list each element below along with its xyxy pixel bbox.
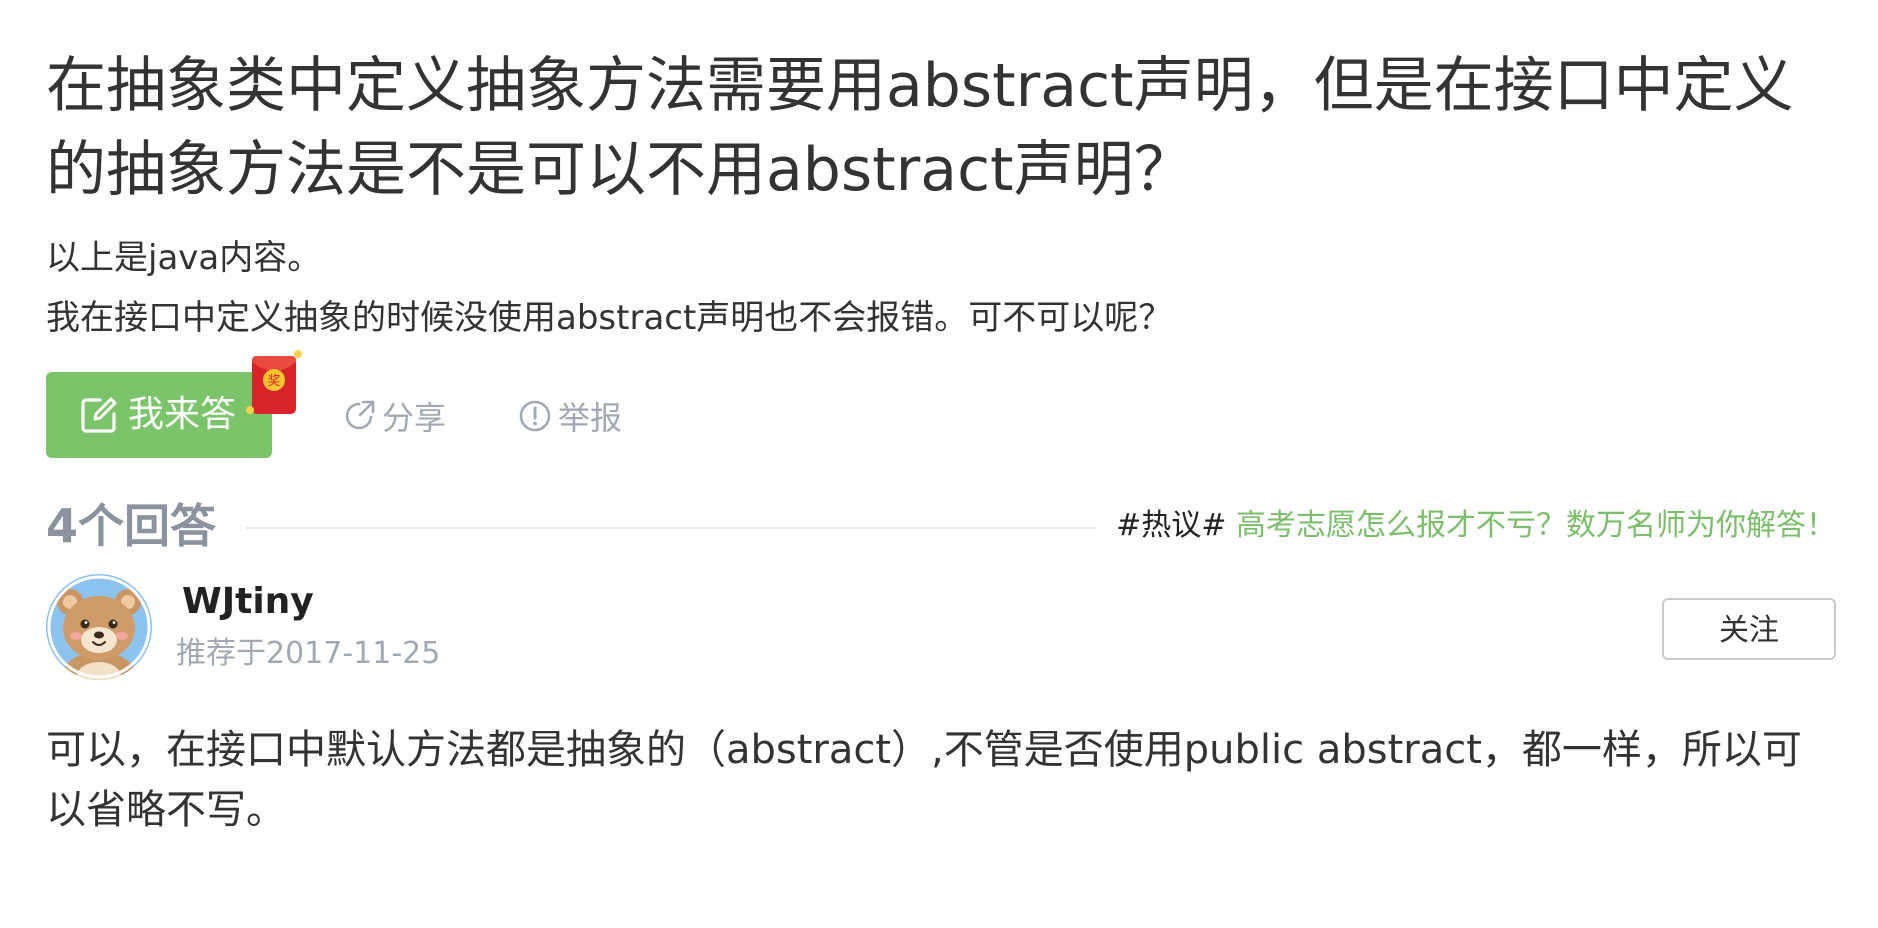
author-row: WJtiny 推荐于2017-11-25 关注 xyxy=(46,574,1836,684)
edit-icon xyxy=(81,397,117,433)
divider xyxy=(246,527,1096,529)
answer-date: 推荐于2017-11-25 xyxy=(176,636,441,671)
question-description-line: 以上是java内容。 xyxy=(46,238,322,278)
bear-avatar-icon xyxy=(46,574,152,680)
share-link[interactable]: 分享 xyxy=(342,396,447,437)
follow-button[interactable]: 关注 xyxy=(1662,598,1836,660)
red-envelope-icon[interactable]: 奖 xyxy=(246,350,306,422)
question-actions: 我来答 奖 分享 举报 xyxy=(46,350,1836,460)
redpacket-badge-text: 奖 xyxy=(267,374,280,389)
answer-item: WJtiny 推荐于2017-11-25 关注 可以，在接口中默认方法都是抽象的… xyxy=(46,574,1836,840)
report-label: 举报 xyxy=(558,399,623,437)
hot-topic-tag: #热议# xyxy=(1116,508,1227,543)
author-name[interactable]: WJtiny xyxy=(182,578,314,626)
question-description-line: 我在接口中定义抽象的时候没使用abstract声明也不会报错。可不可以呢？ xyxy=(46,298,1173,338)
question-title: 在抽象类中定义抽象方法需要用abstract声明，但是在接口中定义的抽象方法是不… xyxy=(46,51,1794,205)
hot-topic-link[interactable]: 高考志愿怎么报才不亏？数万名师为你解答！ xyxy=(1236,508,1836,543)
question-description: 以上是java内容。 我在接口中定义抽象的时候没使用abstract声明也不会报… xyxy=(46,228,1836,348)
avatar[interactable] xyxy=(46,574,152,680)
question-page: 在抽象类中定义抽象方法需要用abstract声明，但是在接口中定义的抽象方法是不… xyxy=(46,0,1836,840)
answer-button-label: 我来答 xyxy=(128,394,237,435)
answer-button[interactable]: 我来答 xyxy=(46,372,272,458)
answers-header: 4个回答 #热议# 高考志愿怎么报才不亏？数万名师为你解答！ xyxy=(46,496,1836,556)
report-icon xyxy=(519,400,551,432)
hot-topic: #热议# 高考志愿怎么报才不亏？数万名师为你解答！ xyxy=(1116,496,1836,556)
share-icon xyxy=(345,400,375,430)
share-label: 分享 xyxy=(382,399,447,437)
answer-count: 4个回答 xyxy=(46,499,217,553)
report-link[interactable]: 举报 xyxy=(518,396,623,437)
answer-content: 可以，在接口中默认方法都是抽象的（abstract）,不管是否使用public … xyxy=(46,727,1802,833)
